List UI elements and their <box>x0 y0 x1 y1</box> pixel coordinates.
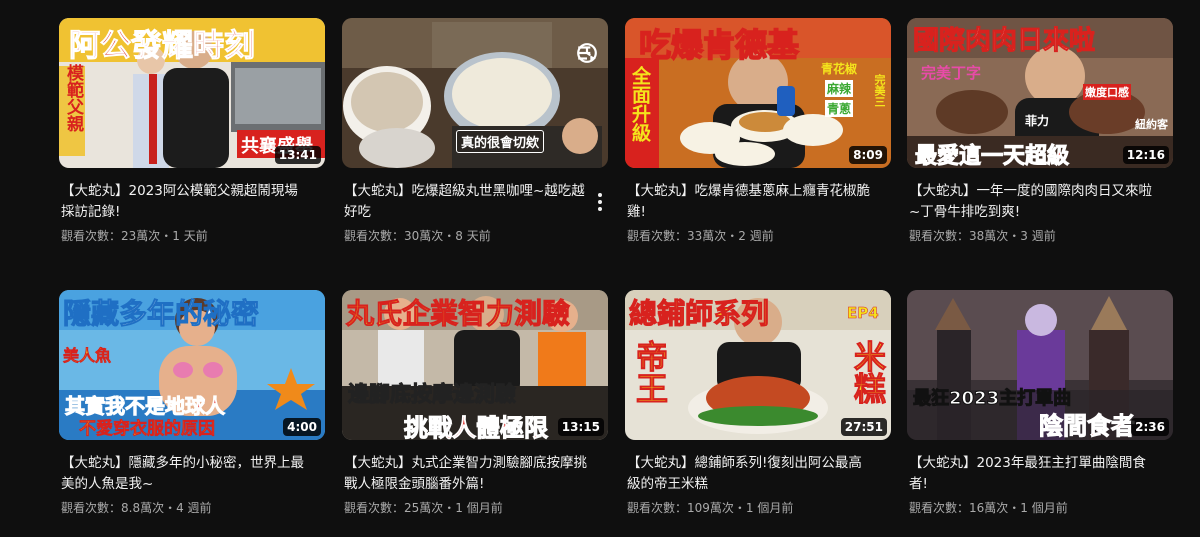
video-title[interactable]: 【大蛇丸】2023阿公模範父親超鬧現場採訪記錄! <box>59 181 306 223</box>
video-duration: 2:36 <box>1131 418 1169 436</box>
thumbnail-caption: 帝王 <box>631 340 670 405</box>
video-card[interactable]: 隱藏多年的秘密 美人魚 其實我不是地球人 不愛穿衣服的原因 4:00 【大蛇丸】… <box>59 290 325 516</box>
video-meta: 觀看次數：23萬次・1 天前 <box>61 229 208 243</box>
video-title[interactable]: 【大蛇丸】一年一度的國際肉肉日又來啦~丁骨牛排吃到爽! <box>907 181 1154 223</box>
video-card[interactable]: 阿公發耀時刻 模範父親 共襄盛舉 13:41 【大蛇丸】2023阿公模範父親超鬧… <box>59 18 325 244</box>
video-duration: 13:15 <box>557 418 604 436</box>
thumbnail-caption: 丸氏企業智力測驗 <box>345 297 571 331</box>
video-duration: 12:16 <box>1122 146 1169 164</box>
video-thumbnail[interactable]: 吃爆肯德基 全面升級 青花椒 麻辣 青蔥 完美三 8:09 <box>625 18 891 168</box>
video-duration: 13:41 <box>274 146 321 164</box>
video-meta: 觀看次數：30萬次・8 天前 <box>344 229 491 243</box>
thumbnail-caption: 吃爆肯德基 <box>638 25 800 65</box>
more-actions-button[interactable] <box>592 190 608 214</box>
video-duration: 27:51 <box>840 418 887 436</box>
video-thumbnail[interactable]: 最狂2023主打單曲 陰間食者 2:36 <box>907 290 1173 440</box>
video-title[interactable]: 【大蛇丸】隱藏多年的小秘密，世界上最美的人魚是我~ <box>59 453 306 495</box>
thumbnail-caption: 國際肉肉日來啦 <box>912 26 1096 57</box>
video-thumbnail[interactable]: 總鋪師系列 EP4 帝王 米糕 27:51 <box>625 290 891 440</box>
video-title[interactable]: 【大蛇丸】吃爆肯德基蔥麻上癮青花椒脆雞! <box>625 181 872 223</box>
thumbnail-caption: 最愛這一天超級 <box>914 144 1070 169</box>
video-meta: 觀看次數：109萬次・1 個月前 <box>627 501 794 515</box>
thumbnail-caption: 真的很會切欸 <box>456 130 545 153</box>
thumbnail-caption: 隱藏多年的秘密 <box>62 297 260 331</box>
thumbnail-caption: 挑戰人體極限 <box>404 414 549 441</box>
video-duration: 4:00 <box>283 418 321 436</box>
thumbnail-caption: 阿公發耀時刻 <box>69 28 256 65</box>
video-title[interactable]: 【大蛇丸】2023年最狂主打單曲陰間食者! <box>907 453 1154 495</box>
thumbnail-caption: 美人魚 <box>63 346 112 366</box>
video-meta: 觀看次數：33萬次・2 週前 <box>627 229 774 243</box>
video-duration: 8:09 <box>849 146 887 164</box>
video-thumbnail[interactable]: 隱藏多年的秘密 美人魚 其實我不是地球人 不愛穿衣服的原因 4:00 <box>59 290 325 440</box>
video-card[interactable]: 真的很會切欸 【大蛇丸】吃爆超級丸世黑咖哩~越吃越好吃 觀看次數：30萬次・8 … <box>342 18 608 244</box>
add-to-queue-icon[interactable] <box>576 46 598 80</box>
thumbnail-caption: 青花椒 <box>821 62 858 76</box>
video-card[interactable]: 總鋪師系列 EP4 帝王 米糕 27:51 【大蛇丸】總鋪師系列!復刻出阿公最高… <box>625 290 891 516</box>
thumbnail-caption: 全面升級 <box>629 66 651 142</box>
thumbnail-caption: 邊腳底按摩邊測驗 <box>348 382 517 407</box>
video-title[interactable]: 【大蛇丸】丸式企業智力測驗腳底按摩挑戰人極限金頭腦番外篇! <box>342 453 589 495</box>
video-meta: 觀看次數：8.8萬次・4 週前 <box>61 501 212 515</box>
thumbnail-caption: 完美丁字 <box>921 64 982 82</box>
thumbnail-caption: 菲力 <box>1025 114 1050 128</box>
video-thumbnail[interactable]: 阿公發耀時刻 模範父親 共襄盛舉 13:41 <box>59 18 325 168</box>
thumbnail-caption: EP4 <box>847 304 879 323</box>
video-card[interactable]: 丸氏企業智力測驗 邊腳底按摩邊測驗 挑戰人體極限 13:15 【大蛇丸】丸式企業… <box>342 290 608 516</box>
video-title[interactable]: 【大蛇丸】總鋪師系列!復刻出阿公最高級的帝王米糕 <box>625 453 872 495</box>
thumbnail-caption: 紐約客 <box>1135 118 1168 131</box>
thumbnail-caption: 模範父親 <box>63 64 83 132</box>
thumbnail-caption: 不愛穿衣服的原因 <box>79 419 216 440</box>
video-meta: 觀看次數：25萬次・1 個月前 <box>344 501 503 515</box>
thumbnail-caption: 米糕 <box>849 340 888 405</box>
thumbnail-caption: 陰間食者 <box>1039 412 1136 441</box>
thumbnail-caption: 總鋪師系列 <box>628 297 770 331</box>
video-thumbnail[interactable]: 國際肉肉日來啦 完美丁字 菲力 紐約客 嫩度口感 最愛這一天超級 12:16 <box>907 18 1173 168</box>
video-thumbnail[interactable]: 丸氏企業智力測驗 邊腳底按摩邊測驗 挑戰人體極限 13:15 <box>342 290 608 440</box>
thumbnail-caption: 青蔥 <box>825 100 854 117</box>
video-meta: 觀看次數：38萬次・3 週前 <box>909 229 1056 243</box>
video-card[interactable]: 國際肉肉日來啦 完美丁字 菲力 紐約客 嫩度口感 最愛這一天超級 12:16 【… <box>907 18 1173 244</box>
video-meta: 觀看次數：16萬次・1 個月前 <box>909 501 1068 515</box>
video-card[interactable]: 吃爆肯德基 全面升級 青花椒 麻辣 青蔥 完美三 8:09 【大蛇丸】吃爆肯德基… <box>625 18 891 244</box>
video-thumbnail[interactable]: 真的很會切欸 <box>342 18 608 168</box>
thumbnail-caption: 麻辣 <box>825 80 854 97</box>
video-title[interactable]: 【大蛇丸】吃爆超級丸世黑咖哩~越吃越好吃 <box>342 181 589 223</box>
thumbnail-caption: 嫩度口感 <box>1083 84 1131 100</box>
thumbnail-caption: 完美三 <box>873 74 886 107</box>
video-card[interactable]: 最狂2023主打單曲 陰間食者 2:36 【大蛇丸】2023年最狂主打單曲陰間食… <box>907 290 1173 516</box>
